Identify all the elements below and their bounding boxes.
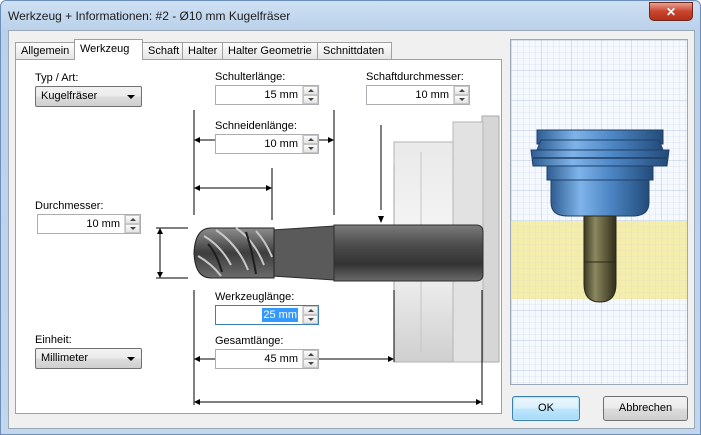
tool-length-selection[interactable]: 25 mm [262,308,298,322]
chevron-down-icon [127,357,135,361]
close-button[interactable]: ✕ [649,2,693,21]
spin-down-icon[interactable] [303,315,318,324]
preview-graphic [511,40,687,384]
diameter-field[interactable] [37,214,141,234]
window-title: Werkzeug + Informationen: #2 - Ø10 mm Ku… [8,9,291,23]
shoulder-length-label: Schulterlänge: [215,71,286,83]
cutting-length-label: Schneidenlänge: [215,120,297,132]
chevron-down-icon [127,95,135,99]
cutting-length-field[interactable] [215,134,319,154]
tab-schaft[interactable]: Schaft [142,42,183,59]
spin-up-icon[interactable] [125,215,140,224]
tool-length-field[interactable]: 25 mm [215,305,319,325]
title-bar[interactable]: Werkzeug + Informationen: #2 - Ø10 mm Ku… [1,1,700,29]
type-select-value: Kugelfräser [41,90,98,102]
tab-halter-geometrie[interactable]: Halter Geometrie [222,42,318,59]
spin-up-icon[interactable] [454,86,469,95]
spin-down-icon[interactable] [125,224,140,233]
total-length-input[interactable] [216,350,302,368]
tab-werkzeug[interactable]: Werkzeug [74,39,143,60]
shoulder-length-field[interactable] [215,85,319,105]
shoulder-length-input[interactable] [216,86,302,104]
dialog-window: Werkzeug + Informationen: #2 - Ø10 mm Ku… [0,0,701,435]
diameter-input[interactable] [38,215,124,233]
total-length-label: Gesamtlänge: [215,335,284,347]
unit-select-value: Millimeter [41,352,89,364]
tool-preview[interactable] [510,39,688,385]
spin-down-icon[interactable] [303,359,318,368]
tab-allgemein[interactable]: Allgemein [15,42,75,59]
spin-up-icon[interactable] [303,86,318,95]
total-length-field[interactable] [215,349,319,369]
tab-schnittdaten[interactable]: Schnittdaten [317,42,392,59]
dialog-client: Allgemein Werkzeug Schaft Halter Halter … [8,30,695,429]
shank-diameter-field[interactable] [366,85,470,105]
diameter-label: Durchmesser: [35,200,104,212]
spin-down-icon[interactable] [454,95,469,104]
spin-up-icon[interactable] [303,306,318,315]
spin-down-icon[interactable] [303,144,318,153]
close-icon: ✕ [665,4,677,19]
shank-graphic [271,224,484,282]
ok-button[interactable]: OK [512,396,580,421]
type-label: Typ / Art: [35,72,79,84]
type-select[interactable]: Kugelfräser [35,86,142,107]
cutting-head-graphic [193,227,275,279]
spin-up-icon[interactable] [303,135,318,144]
cancel-button[interactable]: Abbrechen [603,396,688,421]
spin-up-icon[interactable] [303,350,318,359]
spin-down-icon[interactable] [303,95,318,104]
tool-panel: Typ / Art: Kugelfräser Schulterlänge: Sc… [15,59,502,414]
unit-label: Einheit: [35,334,72,346]
unit-select[interactable]: Millimeter [35,348,142,369]
shank-diameter-input[interactable] [367,86,453,104]
tab-halter[interactable]: Halter [182,42,223,59]
cutting-length-input[interactable] [216,135,302,153]
tool-length-label: Werkzeuglänge: [215,291,295,303]
shank-diameter-label: Schaftdurchmesser: [366,71,464,83]
